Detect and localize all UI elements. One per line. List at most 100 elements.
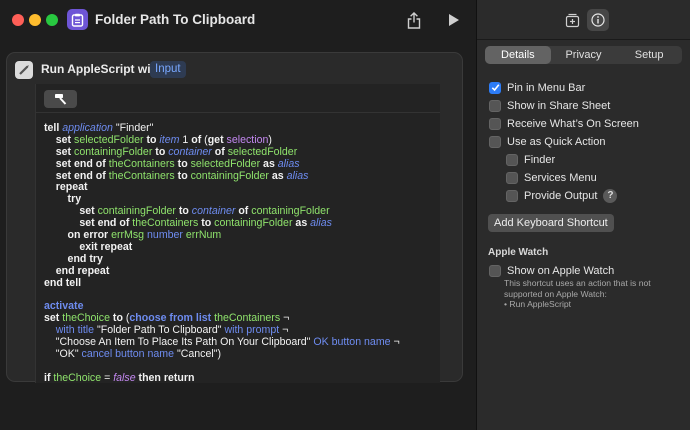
option-checkbox[interactable] [506, 153, 518, 166]
window-title[interactable]: Folder Path To Clipboard [95, 12, 255, 27]
code-token: set [44, 312, 63, 325]
title-bar: Folder Path To Clipboard [0, 0, 476, 40]
code-line: repeat [44, 182, 400, 194]
code-token: activate [44, 300, 84, 313]
code-token: ¬ [390, 336, 400, 349]
option-checkbox[interactable] [489, 117, 501, 130]
apple-watch-note: This shortcut uses an action that is not… [504, 278, 684, 310]
minimize-window-button[interactable] [29, 14, 41, 26]
option-provide-output[interactable]: Provide Output? [506, 188, 618, 203]
action-title: Run AppleScript with [41, 62, 162, 76]
action-library-button[interactable] [561, 9, 583, 31]
share-button[interactable] [404, 9, 424, 31]
code-token: selectedFolder [227, 145, 298, 158]
code-line: if theChoice = false then return [44, 371, 400, 383]
code-token: choose from list [129, 312, 212, 325]
code-token: OK button name [313, 336, 391, 349]
code-token: try [44, 193, 82, 206]
run-button[interactable] [443, 9, 465, 31]
script-editor[interactable]: tell application "Finder" set selectedFo… [35, 84, 440, 383]
code-token: selection [226, 133, 269, 146]
script-code[interactable]: tell application "Finder" set selectedFo… [44, 122, 400, 383]
option-show-in-share-sheet[interactable]: Show in Share Sheet [489, 98, 610, 113]
code-token: alias [310, 217, 332, 230]
tab-details[interactable]: Details [485, 46, 551, 64]
add-action-icon [565, 13, 579, 27]
code-token: container [168, 145, 212, 158]
option-label: Receive What’s On Screen [507, 117, 639, 130]
option-use-as-quick-action[interactable]: Use as Quick Action [489, 134, 605, 149]
code-token: theContainers [214, 312, 281, 325]
editor-pane: Folder Path To Clipboard Run AppleScript… [0, 0, 476, 430]
option-checkbox[interactable] [506, 189, 518, 202]
code-token: theChoice [62, 312, 110, 325]
code-token: set [44, 205, 98, 218]
code-token: containingFolder [214, 217, 293, 230]
code-token: "Finder" [112, 122, 154, 134]
inspector-toolbar [477, 0, 690, 40]
code-token: of [211, 145, 228, 158]
add-keyboard-shortcut-button[interactable]: Add Keyboard Shortcut [488, 214, 614, 232]
code-token: ¬ [280, 312, 290, 325]
code-token: ) [268, 133, 272, 146]
run-applescript-action[interactable]: Run AppleScript with Input tell applicat… [6, 52, 463, 383]
code-token: container [191, 205, 236, 218]
code-token: theContainers [108, 157, 175, 170]
code-token: end tell [44, 276, 82, 289]
checkmark-icon [491, 84, 499, 92]
option-checkbox[interactable] [489, 135, 501, 148]
details-toggle-button[interactable] [587, 9, 609, 31]
code-token: errNum [185, 229, 222, 242]
show-on-apple-watch-checkbox[interactable] [489, 264, 501, 277]
editor-divider [36, 112, 440, 113]
code-token: set end of [44, 157, 109, 170]
tab-setup[interactable]: Setup [616, 46, 682, 64]
shortcut-clipboard-icon[interactable] [67, 9, 88, 30]
option-label: Provide Output [524, 189, 598, 202]
option-pin-in-menu-bar[interactable]: Pin in Menu Bar [489, 80, 585, 95]
option-checkbox[interactable] [489, 99, 501, 112]
code-token: theChoice [53, 371, 102, 383]
code-token: to [152, 145, 169, 158]
code-line: set end of theContainers to containingFo… [44, 169, 400, 183]
code-token: 1 [179, 133, 192, 146]
option-checkbox[interactable] [506, 171, 518, 184]
code-token: then return [135, 371, 195, 383]
option-checkbox[interactable] [489, 81, 501, 94]
input-variable-token[interactable]: Input [150, 61, 186, 78]
play-icon [449, 14, 459, 26]
tab-privacy[interactable]: Privacy [551, 46, 617, 64]
code-token: errMsg [111, 229, 145, 242]
code-token: if [44, 371, 54, 383]
code-token: alias [286, 169, 309, 182]
inspector-tabs: Details Privacy Setup [485, 46, 682, 64]
script-editor-icon [15, 61, 33, 79]
show-on-apple-watch-label: Show on Apple Watch [507, 264, 615, 277]
code-token: containingFolder [97, 205, 176, 218]
help-icon[interactable]: ? [603, 188, 618, 203]
code-token: of [191, 133, 202, 146]
code-token: end repeat [44, 264, 110, 277]
compile-button[interactable] [44, 90, 77, 108]
code-token: repeat [44, 181, 88, 194]
code-token: with prompt [224, 324, 280, 337]
code-token: ¬ [279, 324, 289, 337]
code-line: end tell [44, 276, 400, 290]
code-token: set [44, 145, 75, 158]
code-token: set [44, 133, 75, 146]
option-label: Use as Quick Action [507, 135, 606, 148]
zoom-window-button[interactable] [46, 14, 58, 26]
code-token: as [260, 157, 278, 170]
show-on-apple-watch-option[interactable]: Show on Apple Watch [489, 263, 614, 278]
option-receive-what-s-on-screen[interactable]: Receive What’s On Screen [489, 116, 639, 131]
option-services-menu[interactable]: Services Menu [506, 170, 597, 185]
code-token: false [113, 371, 136, 383]
code-token: to [174, 157, 191, 170]
apple-watch-note-line: This shortcut uses an action that is not [504, 278, 651, 288]
close-window-button[interactable] [12, 14, 24, 26]
code-line: end repeat [44, 264, 400, 278]
code-line: "OK" cancel button name "Cancel") [44, 348, 400, 361]
option-finder[interactable]: Finder [506, 152, 555, 167]
code-token: number [147, 229, 183, 242]
